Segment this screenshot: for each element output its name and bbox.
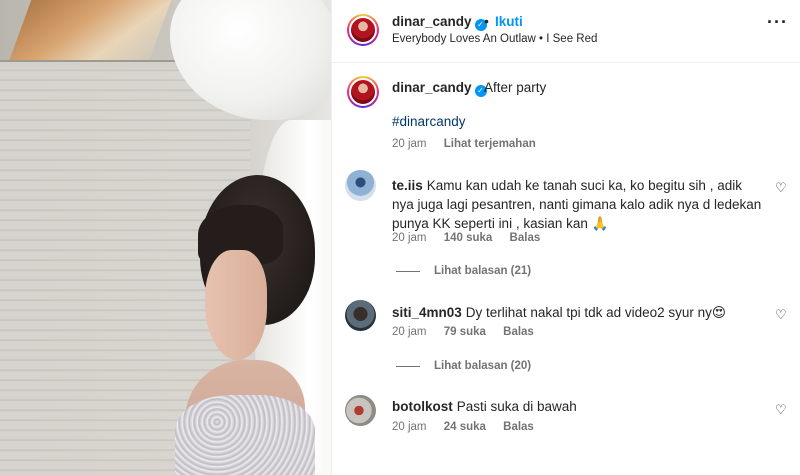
comment-username[interactable]: te.iis: [392, 178, 423, 193]
comment-avatar[interactable]: [345, 170, 376, 201]
post-media[interactable]: [0, 0, 331, 475]
reply-button[interactable]: Balas: [503, 421, 534, 433]
view-replies-label[interactable]: Lihat balasan (20): [434, 360, 531, 372]
comment-time[interactable]: 20 jam: [392, 326, 427, 338]
comment-username[interactable]: siti_4mn03: [392, 305, 462, 320]
heart-icon[interactable]: ♡: [775, 307, 787, 323]
audio-track[interactable]: Everybody Loves An Outlaw • I See Red: [392, 33, 597, 45]
replies-divider: [396, 365, 420, 367]
comment-text: Dy terlihat nakal tpi tdk ad video2 syur…: [465, 305, 726, 320]
caption-time[interactable]: 20 jam: [392, 138, 427, 150]
comment-likes[interactable]: 24 suka: [444, 421, 486, 433]
heart-icon[interactable]: ♡: [775, 180, 787, 196]
comment-likes[interactable]: 79 suka: [444, 326, 486, 338]
person-dress: [175, 395, 315, 475]
reply-button[interactable]: Balas: [510, 232, 541, 244]
see-translation-link[interactable]: Lihat terjemahan: [444, 138, 536, 150]
comment-time[interactable]: 20 jam: [392, 421, 427, 433]
wall-art: [8, 0, 172, 62]
caption-username[interactable]: dinar_candy: [392, 80, 472, 95]
author-username-row[interactable]: dinar_candy ✓: [392, 14, 487, 31]
author-username[interactable]: dinar_candy: [392, 14, 472, 29]
post-sidebar: dinar_candy ✓ • Ikuti Everybody Loves An …: [331, 0, 800, 475]
comment-avatar[interactable]: [345, 395, 376, 426]
caption-text: After party: [484, 80, 547, 95]
separator-dot: •: [484, 13, 489, 29]
comment-meta: 20 jam 140 suka Balas: [392, 232, 554, 244]
heart-icon[interactable]: ♡: [775, 402, 787, 418]
comment-text: Kamu kan udah ke tanah suci ka, ko begit…: [392, 178, 762, 231]
comment-meta: 20 jam 79 suka Balas: [392, 326, 548, 338]
caption-avatar[interactable]: [347, 76, 379, 108]
comment-body: te.iis Kamu kan udah ke tanah suci ka, ko…: [392, 176, 762, 233]
comment-text: Pasti suka di bawah: [456, 399, 577, 414]
caption-username-row[interactable]: dinar_candy ✓: [392, 80, 487, 97]
view-replies-label[interactable]: Lihat balasan (21): [434, 265, 531, 277]
comment-avatar[interactable]: [345, 300, 376, 331]
caption-hashtag[interactable]: #dinarcandy: [392, 114, 466, 129]
post-header: dinar_candy ✓ • Ikuti Everybody Loves An …: [332, 0, 800, 63]
comment-body: siti_4mn03 Dy terlihat nakal tpi tdk ad v…: [392, 303, 762, 322]
comment-username[interactable]: botolkost: [392, 399, 453, 414]
view-replies-button[interactable]: Lihat balasan (20): [396, 360, 531, 372]
replies-divider: [396, 270, 420, 272]
person-face: [205, 250, 267, 360]
follow-button[interactable]: Ikuti: [495, 14, 523, 29]
comment-likes[interactable]: 140 suka: [444, 232, 493, 244]
comment-meta: 20 jam 24 suka Balas: [392, 421, 548, 433]
reply-button[interactable]: Balas: [503, 326, 534, 338]
author-avatar[interactable]: [347, 14, 379, 46]
comment-time[interactable]: 20 jam: [392, 232, 427, 244]
view-replies-button[interactable]: Lihat balasan (21): [396, 265, 531, 277]
comment-body: botolkost Pasti suka di bawah: [392, 397, 762, 416]
more-options-icon[interactable]: ···: [767, 12, 788, 33]
caption-meta: 20 jam Lihat terjemahan: [392, 138, 550, 150]
